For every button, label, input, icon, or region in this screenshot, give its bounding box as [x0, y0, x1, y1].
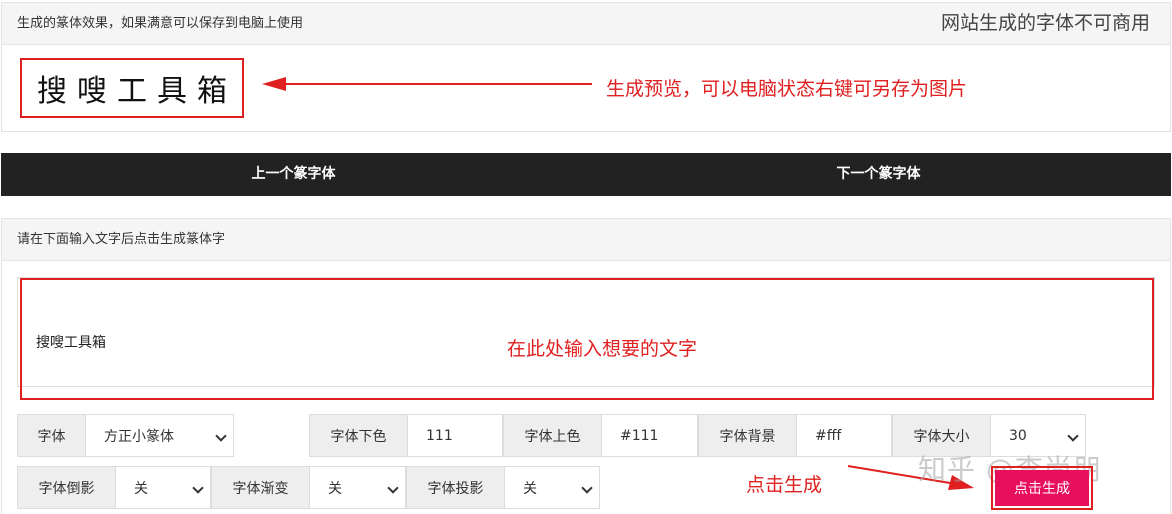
- font-nav-bar: 上一个篆字体 下一个篆字体: [1, 153, 1171, 196]
- reflection-select[interactable]: 关: [116, 467, 210, 508]
- preview-panel: 生成的篆体效果，如果满意可以保存到电脑上使用 网站生成的字体不可商用 搜 嗖 工…: [1, 2, 1171, 132]
- shadow-select[interactable]: 关: [505, 467, 599, 508]
- reflection-control: 字体倒影 关: [17, 466, 211, 509]
- seal-preview-image[interactable]: 搜 嗖 工 具 箱: [20, 58, 244, 118]
- seal-char: 嗖: [77, 74, 107, 109]
- seal-char: 工: [117, 74, 147, 109]
- shadow-label: 字体投影: [407, 467, 505, 508]
- generate-annotation: 点击生成: [746, 474, 823, 496]
- seal-char: 箱: [197, 74, 227, 109]
- generate-button[interactable]: 点击生成: [991, 466, 1093, 510]
- gradient-label: 字体渐变: [212, 467, 310, 508]
- bottom-color-control: 字体下色 111: [309, 414, 503, 457]
- reflection-label: 字体倒影: [18, 467, 116, 508]
- text-input-value[interactable]: 搜嗖工具箱: [36, 332, 106, 352]
- preview-arrow-icon: [262, 77, 592, 91]
- next-font-button[interactable]: 下一个篆字体: [586, 153, 1171, 196]
- top-color-control: 字体上色 #111: [503, 414, 698, 457]
- shadow-control: 字体投影 关: [406, 466, 600, 509]
- preview-header: 生成的篆体效果，如果满意可以保存到电脑上使用 网站生成的字体不可商用: [2, 3, 1170, 45]
- font-select-control: 字体 方正小篆体: [17, 414, 234, 457]
- preview-annotation: 生成预览，可以电脑状态右键可另存为图片: [606, 78, 968, 100]
- input-annotation: 在此处输入想要的文字: [507, 338, 698, 360]
- prev-font-button[interactable]: 上一个篆字体: [1, 153, 586, 196]
- commercial-use-notice: 网站生成的字体不可商用: [940, 12, 1150, 34]
- top-color-label: 字体上色: [504, 415, 602, 456]
- bottom-color-label: 字体下色: [310, 415, 408, 456]
- background-color-label: 字体背景: [699, 415, 797, 456]
- input-header: 请在下面输入文字后点击生成篆体字: [2, 219, 1170, 261]
- gradient-control: 字体渐变 关: [211, 466, 406, 509]
- seal-char: 具: [157, 74, 187, 109]
- background-color-control: 字体背景 #fff: [698, 414, 892, 457]
- background-color-input[interactable]: #fff: [797, 415, 891, 456]
- font-select[interactable]: 方正小篆体: [86, 415, 233, 456]
- seal-char: 搜: [37, 74, 67, 109]
- top-color-input[interactable]: #111: [602, 415, 697, 456]
- preview-header-text: 生成的篆体效果，如果满意可以保存到电脑上使用: [17, 16, 304, 31]
- generate-button-label: 点击生成: [995, 470, 1089, 506]
- bottom-color-input[interactable]: 111: [408, 415, 502, 456]
- gradient-select[interactable]: 关: [310, 467, 405, 508]
- font-label: 字体: [18, 415, 86, 456]
